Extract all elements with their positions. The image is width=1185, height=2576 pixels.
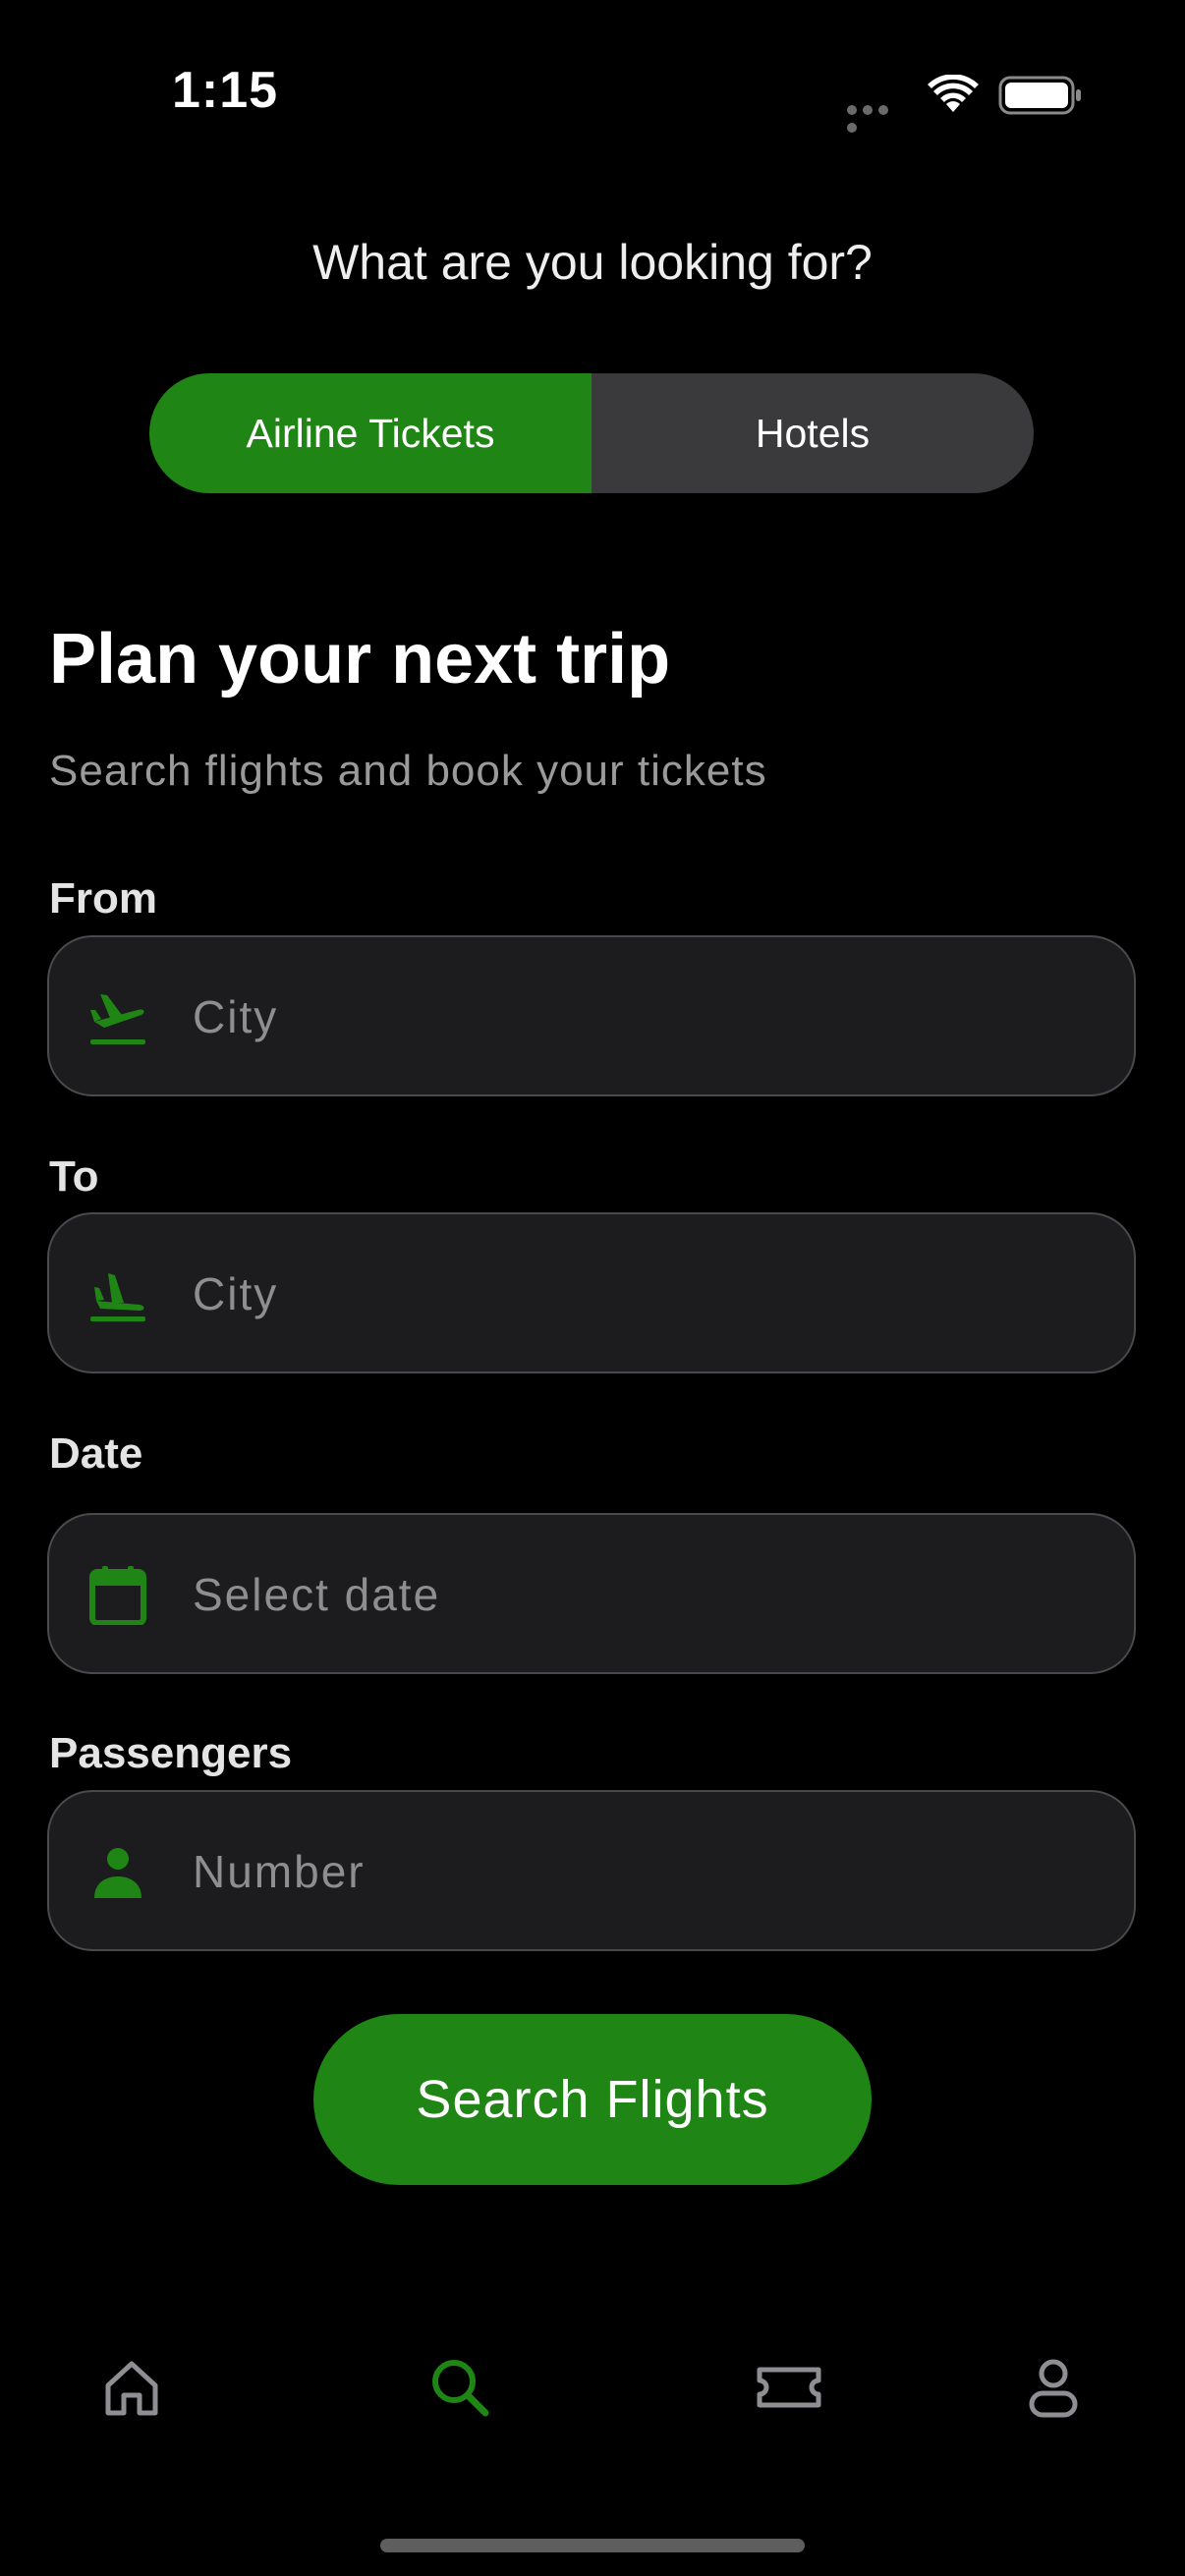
ticket-icon bbox=[757, 2367, 821, 2408]
from-label: From bbox=[49, 874, 157, 923]
to-label: To bbox=[49, 1152, 99, 1201]
page-title: Plan your next trip bbox=[49, 620, 671, 699]
signal-dots-icon bbox=[847, 102, 908, 133]
tab-profile[interactable] bbox=[1006, 2340, 1100, 2435]
passengers-label: Passengers bbox=[49, 1729, 293, 1777]
passengers-input[interactable] bbox=[191, 1792, 1079, 1951]
date-label: Date bbox=[49, 1429, 143, 1478]
profile-icon bbox=[1029, 2359, 1078, 2418]
plane-landing-icon bbox=[90, 1273, 145, 1321]
status-time: 1:15 bbox=[172, 62, 279, 119]
home-indicator[interactable] bbox=[380, 2539, 805, 2552]
wifi-icon bbox=[928, 75, 979, 112]
person-icon bbox=[94, 1848, 141, 1898]
from-field[interactable] bbox=[47, 935, 1136, 1096]
tab-home[interactable] bbox=[85, 2340, 179, 2435]
date-field[interactable] bbox=[47, 1513, 1136, 1674]
mode-segmented-control: Airline Tickets Hotels bbox=[149, 373, 1034, 493]
segment-airline-tickets[interactable]: Airline Tickets bbox=[149, 373, 592, 493]
search-flights-button[interactable]: Search Flights bbox=[313, 2014, 872, 2185]
home-icon bbox=[105, 2361, 158, 2416]
tab-search[interactable] bbox=[413, 2340, 507, 2435]
from-input[interactable] bbox=[191, 937, 1079, 1096]
page-question: What are you looking for? bbox=[312, 235, 873, 290]
to-field[interactable] bbox=[47, 1212, 1136, 1373]
search-icon bbox=[432, 2360, 489, 2417]
calendar-icon bbox=[89, 1566, 146, 1625]
passengers-field[interactable] bbox=[47, 1790, 1136, 1951]
date-input[interactable] bbox=[191, 1515, 1079, 1674]
plane-takeoff-icon bbox=[90, 994, 145, 1044]
page-subtitle: Search flights and book your tickets bbox=[49, 747, 767, 795]
battery-icon bbox=[998, 76, 1081, 115]
to-input[interactable] bbox=[191, 1214, 1079, 1373]
tab-tickets[interactable] bbox=[742, 2340, 836, 2435]
segment-hotels[interactable]: Hotels bbox=[592, 373, 1034, 493]
